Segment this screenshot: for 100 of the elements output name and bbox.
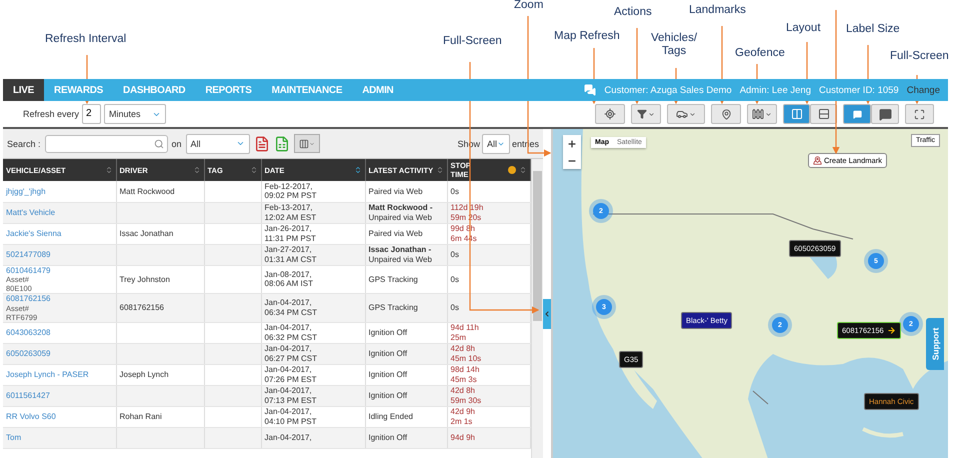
leader-line: [590, 48, 598, 104]
chat-icon[interactable]: [584, 84, 596, 96]
vehicle-link[interactable]: 6010461479: [6, 266, 112, 275]
sort-icon[interactable]: [354, 166, 362, 174]
spreadsheet-export-icon[interactable]: [274, 136, 290, 152]
table-cell: Matt Rockwood - Unpaired via Web: [365, 202, 447, 223]
nav-tab[interactable]: MAINTENANCE: [262, 79, 352, 101]
filter-button[interactable]: [631, 104, 661, 124]
customer-id: Customer ID: 1059: [818, 84, 899, 96]
table-cell: 42d 8h 59m 30s: [447, 385, 530, 406]
leader-line: [864, 45, 872, 104]
vehicle-link[interactable]: Matt's Vehicle: [6, 208, 112, 218]
collapse-handle[interactable]: [543, 299, 551, 329]
callout-label: Vehicles/ Tags: [651, 32, 698, 58]
info-badge-icon: [508, 166, 516, 174]
pdf-export-icon[interactable]: [254, 136, 270, 152]
table-cell: Feb-12-2017, 09:02 PM PST: [261, 181, 365, 202]
table-cell: 0s: [447, 181, 530, 202]
show-select[interactable]: All: [482, 134, 510, 154]
scrollbar[interactable]: [530, 159, 542, 458]
table-cell: [204, 223, 261, 244]
car-icon: [676, 108, 688, 120]
sort-icon[interactable]: [518, 166, 526, 174]
table-cell: Jan-04-2017, 06:32 PM CST: [261, 322, 365, 343]
landmark-pin-icon: [813, 156, 822, 165]
search-field[interactable]: [44, 134, 168, 152]
vehicle-link[interactable]: Jackie's Sienna: [6, 228, 112, 238]
table-cell: [204, 322, 261, 343]
customer-name: Customer: Azuga Sales Demo: [604, 84, 732, 96]
vehicle-link[interactable]: 6043063208: [6, 328, 112, 338]
columns-icon: [298, 138, 309, 148]
caret-icon: [236, 139, 245, 148]
table-cell: Rohan Rani: [116, 406, 204, 427]
zoom-out-button[interactable]: [563, 152, 581, 169]
table-cell: Ignition Off: [365, 385, 447, 406]
label-size-button[interactable]: [843, 104, 871, 124]
crosshair-icon: [604, 108, 616, 120]
sort-icon[interactable]: [250, 166, 258, 174]
vehicle-link[interactable]: 5021477089: [6, 250, 112, 260]
rows-layout-icon: [818, 108, 830, 120]
table-cell: GPS Tracking: [365, 294, 447, 322]
fullscreen-icon: [914, 108, 925, 120]
table-cell: Issac Jonathan - Unpaired via Web: [365, 244, 447, 265]
vehicle-link[interactable]: Joseph Lynch - PASER: [6, 370, 112, 380]
refresh-button[interactable]: [595, 104, 625, 124]
vehicle-link[interactable]: jhjgg'_'jhgh: [6, 186, 112, 196]
table-cell: 42d 8h 45m 10s: [447, 343, 530, 364]
search-scope-select[interactable]: All: [186, 134, 250, 154]
nav-tab[interactable]: REPORTS: [195, 79, 262, 101]
table-cell: [204, 427, 261, 448]
callout-label: Landmarks: [689, 4, 746, 17]
table-cell: 0s: [447, 294, 530, 322]
table-cell: Jan-04-2017, 06:27 PM CST: [261, 343, 365, 364]
search-icon: [154, 138, 164, 148]
zoom-in-button[interactable]: [563, 135, 581, 152]
callout-label: Full-Screen: [890, 50, 949, 63]
vehicle-link[interactable]: Tom: [6, 432, 112, 442]
nav-tab[interactable]: LIVE: [3, 79, 44, 101]
vehicle-link[interactable]: 6081762156: [6, 294, 112, 304]
table-cell: Jan-26-2017, 11:31 PM PST: [261, 223, 365, 244]
table-cell: Ignition Off: [365, 427, 447, 448]
sort-icon[interactable]: [104, 166, 112, 174]
vehicle-button[interactable]: [667, 104, 705, 124]
geofence-button[interactable]: [747, 104, 777, 124]
table-cell: Jan-04-2017, 06:34 PM CST: [261, 294, 365, 322]
layout-button[interactable]: [783, 104, 810, 124]
table-cell: Ignition Off: [365, 343, 447, 364]
support-tab[interactable]: Support: [926, 318, 944, 370]
change-link[interactable]: Change: [906, 84, 940, 96]
vehicle-link[interactable]: 6050263059: [6, 348, 112, 358]
callout-label: Full-Screen: [443, 35, 502, 48]
label-size-button[interactable]: [871, 104, 899, 124]
table-cell: Jan-04-2017, 07:26 PM EST: [261, 364, 365, 385]
columns-button[interactable]: [294, 134, 320, 153]
callout-label: Label Size: [846, 23, 900, 36]
small-label-icon: [852, 110, 862, 118]
refresh-input[interactable]: 2: [82, 104, 102, 124]
table-cell: Issac Jonathan: [116, 223, 204, 244]
table-cell: [204, 202, 261, 223]
layout-button[interactable]: [810, 104, 837, 124]
table-cell: [204, 385, 261, 406]
admin-name: Admin: Lee Jeng: [740, 84, 811, 96]
table-cell: 94d 11h 25m: [447, 322, 530, 343]
nav-tab[interactable]: ADMIN: [352, 79, 404, 101]
table-cell: 98d 14h 45m 3s: [447, 364, 530, 385]
sort-icon[interactable]: [192, 166, 200, 174]
table-cell: [204, 294, 261, 322]
landmark-button[interactable]: [711, 104, 741, 124]
table-cell: Matt Rockwood: [116, 181, 204, 202]
unit-select[interactable]: Minutes: [104, 104, 166, 124]
map-pin-icon: [720, 108, 732, 120]
vehicle-link[interactable]: 6011561427: [6, 390, 112, 400]
table-cell: Ignition Off: [365, 364, 447, 385]
refresh-label: Refresh every: [23, 109, 80, 119]
nav-tab[interactable]: DASHBOARD: [113, 79, 196, 101]
sort-icon[interactable]: [436, 166, 444, 174]
nav-tab[interactable]: REWARDS: [44, 79, 114, 101]
heading-arrow-icon: [886, 326, 896, 335]
fullscreen-button[interactable]: [905, 104, 934, 124]
vehicle-link[interactable]: RR Volvo S60: [6, 412, 112, 422]
